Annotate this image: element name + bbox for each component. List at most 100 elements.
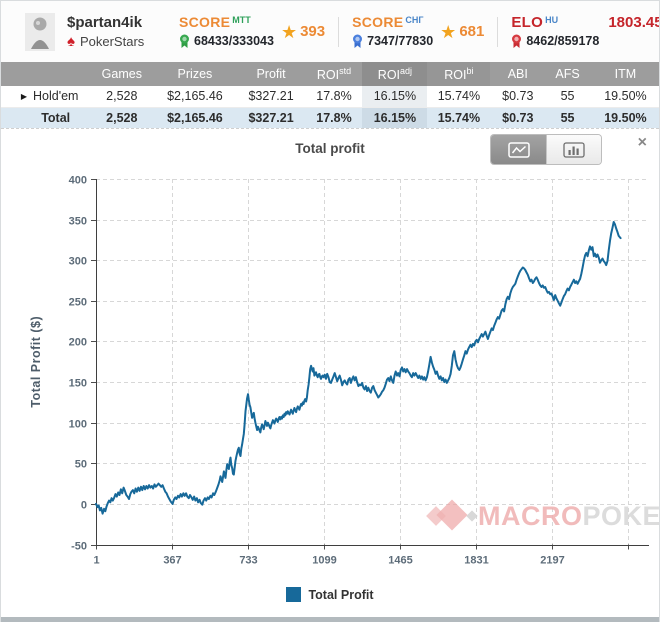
chart-header: Total profit × xyxy=(1,129,659,169)
divider xyxy=(497,16,499,47)
chart-type-toggle xyxy=(491,135,601,164)
elo-block: ELO HU 8462/859178 xyxy=(511,15,599,49)
cell-roi-bi: 15.74% xyxy=(427,86,491,108)
svg-text:2197: 2197 xyxy=(540,555,564,567)
score-cis-star-value: 681 xyxy=(459,23,485,40)
watermark-poker: POKER xyxy=(582,500,660,531)
score-mtt-block: SCORE MTT 68433/333043 xyxy=(179,15,274,49)
score-mtt-rank: 68433/333043 xyxy=(194,34,274,48)
svg-text:0: 0 xyxy=(81,500,87,512)
svg-text:400: 400 xyxy=(69,175,87,187)
col-profit: Profit xyxy=(236,62,306,86)
svg-text:Total Profit ($): Total Profit ($) xyxy=(29,316,43,408)
cell-roi-std: 17.8% xyxy=(305,107,363,128)
chart-area: 400 350 300 250 200 150 100 50 0 -50 1 367 733 1099 14… xyxy=(1,169,659,618)
table-row-total: Total 2,528 $2,165.46 $327.21 17.8% 16.1… xyxy=(1,107,659,128)
svg-text:367: 367 xyxy=(163,555,181,567)
row-label: Hold'em xyxy=(33,89,79,104)
cell-roi-adj: 16.15% xyxy=(362,86,428,108)
svg-text:1099: 1099 xyxy=(312,555,336,567)
bar-chart-icon xyxy=(563,141,585,158)
col-prizes: Prizes xyxy=(153,62,237,86)
score-mtt-star-value: 393 xyxy=(300,23,326,40)
profile-header: $partan4ik ♠ PokerStars SCORE MTT 68433/3… xyxy=(1,1,659,62)
elo-title: ELO xyxy=(511,13,544,31)
elo-sup: HU xyxy=(545,14,559,25)
expand-arrow-icon[interactable]: ▶ xyxy=(21,92,27,101)
chart-panel: Total profit × 400 350 300 250 200 150 1… xyxy=(1,128,659,617)
cell-games: 2,528 xyxy=(90,107,154,128)
medal-green-icon xyxy=(180,34,189,48)
stats-header-row: Games Prizes Profit ROIstd ROIadj ROIbi … xyxy=(1,62,659,86)
legend-swatch xyxy=(286,587,302,602)
col-game-type xyxy=(1,62,91,86)
line-chart-button[interactable] xyxy=(491,135,546,164)
macropoker-logo-icon xyxy=(424,496,478,536)
col-roi-std: ROIstd xyxy=(305,62,363,86)
chart-legend[interactable]: Total Profit xyxy=(1,587,659,602)
svg-text:1465: 1465 xyxy=(388,555,412,567)
col-abi: ABI xyxy=(490,62,546,86)
svg-text:100: 100 xyxy=(69,419,87,431)
elo-rank: 8462/859178 xyxy=(526,34,600,48)
svg-text:1: 1 xyxy=(93,555,99,567)
cell-prizes: $2,165.46 xyxy=(153,86,237,108)
cell-prizes: $2,165.46 xyxy=(153,107,237,128)
cell-roi-std: 17.8% xyxy=(305,86,363,108)
watermark-macro: MACRO xyxy=(478,500,583,531)
legend-label: Total Profit xyxy=(308,587,374,602)
stats-table: Games Prizes Profit ROIstd ROIadj ROIbi … xyxy=(1,62,659,128)
col-roi-adj: ROIadj xyxy=(362,62,428,86)
col-itm: ITM xyxy=(589,62,659,86)
cell-abi: $0.73 xyxy=(490,86,546,108)
divider xyxy=(338,16,340,47)
macropoker-widget: $partan4ik ♠ PokerStars SCORE MTT 68433/3… xyxy=(0,0,660,622)
score-cis-sup: СНГ xyxy=(405,14,424,25)
cell-profit: $327.21 xyxy=(236,86,306,108)
score-mtt-title: SCORE xyxy=(179,13,231,30)
elo-rating: 1803.45 xyxy=(608,14,660,31)
pokerstars-spade-icon: ♠ xyxy=(67,33,75,50)
cell-itm: 19.50% xyxy=(589,86,659,108)
username: $partan4ik xyxy=(67,14,143,31)
svg-text:50: 50 xyxy=(75,459,87,471)
site-name: PokerStars xyxy=(79,34,145,49)
cell-abi: $0.73 xyxy=(490,107,546,128)
col-games: Games xyxy=(90,62,154,86)
cell-roi-adj: 16.15% xyxy=(362,107,428,128)
row-label: Total xyxy=(1,107,91,128)
score-cis-title: SCORE xyxy=(352,13,404,30)
svg-text:150: 150 xyxy=(69,378,87,390)
bottom-border xyxy=(1,617,659,622)
cell-itm: 19.50% xyxy=(589,107,659,128)
svg-text:350: 350 xyxy=(69,216,87,228)
col-roi-bi: ROIbi xyxy=(427,62,491,86)
table-row-holdem[interactable]: ▶ Hold'em 2,528 $2,165.46 $327.21 17.8% 1… xyxy=(1,86,659,108)
score-mtt-sup: MTT xyxy=(232,14,251,25)
cell-afs: 55 xyxy=(545,107,590,128)
star-icon: ★ xyxy=(280,21,298,42)
svg-text:250: 250 xyxy=(69,297,87,309)
medal-red-icon xyxy=(512,34,522,48)
svg-text:733: 733 xyxy=(239,555,257,567)
score-cis-rank: 7347/77830 xyxy=(367,34,434,48)
cell-roi-bi: 15.74% xyxy=(427,107,491,128)
svg-text:1831: 1831 xyxy=(464,555,488,567)
macropoker-watermark: MACROPOKER xyxy=(424,496,660,536)
svg-text:200: 200 xyxy=(69,337,87,349)
avatar-image xyxy=(25,12,55,51)
medal-blue-icon xyxy=(353,34,363,48)
bar-chart-button[interactable] xyxy=(546,135,601,164)
line-chart-icon xyxy=(507,141,530,158)
player-identity: $partan4ik ♠ PokerStars xyxy=(67,14,179,49)
avatar xyxy=(25,12,55,51)
cell-profit: $327.21 xyxy=(236,107,306,128)
score-cis-stars: ★ 681 xyxy=(440,23,484,41)
score-cis-block: SCORE СНГ 7347/77830 xyxy=(352,15,433,49)
cell-games: 2,528 xyxy=(90,86,154,108)
score-mtt-stars: ★ 393 xyxy=(281,23,325,41)
cell-afs: 55 xyxy=(545,86,590,108)
close-icon[interactable]: × xyxy=(638,135,647,151)
svg-text:-50: -50 xyxy=(71,541,87,553)
star-icon: ★ xyxy=(440,21,457,42)
